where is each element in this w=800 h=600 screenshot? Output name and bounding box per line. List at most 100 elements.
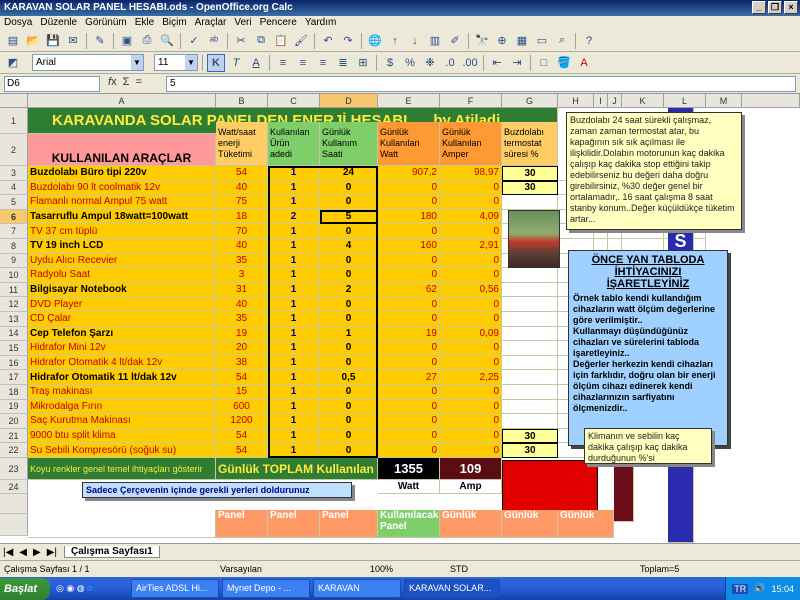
tab-first-icon[interactable]: |◀ [0,547,16,558]
standard-format-icon[interactable]: ❉ [421,54,439,72]
fill-instruction-callout[interactable]: Sadece Çerçevenin içinde gerekli yerleri… [82,482,352,498]
device-name[interactable]: TV 37 cm tüplü [28,224,216,239]
device-qty[interactable]: 1 [268,180,320,196]
device-hours[interactable]: 0 [320,180,378,196]
menu-item-8[interactable]: Yardım [301,16,341,30]
device-qty[interactable]: 1 [268,355,320,371]
column-header-K[interactable]: K [622,94,664,108]
device-watt[interactable]: 31 [216,282,268,298]
device-qty[interactable]: 1 [268,282,320,298]
row-header-6[interactable]: 6 [0,209,28,225]
device-qty[interactable]: 1 [268,326,320,342]
chart-icon[interactable]: ▥ [426,32,444,50]
percent-format-icon[interactable]: % [401,54,419,72]
row-header-3[interactable]: 3 [0,166,28,181]
thermostat-pct[interactable] [502,326,558,342]
borders-icon[interactable]: □ [535,54,553,72]
device-name[interactable]: Tasarruflu Ampul 18watt=100watt [28,209,216,225]
row-header-1[interactable]: 1 [0,108,28,134]
device-watt[interactable]: 35 [216,253,268,269]
device-qty[interactable]: 1 [268,385,320,400]
device-qty[interactable]: 1 [268,414,320,429]
menu-item-5[interactable]: Araçlar [191,16,231,30]
device-qty[interactable]: 1 [268,428,320,444]
column-header-F[interactable]: F [440,94,502,108]
datasources-icon[interactable]: ▭ [533,32,551,50]
sort-ascending-icon[interactable]: ↑ [386,32,404,50]
font-color-icon[interactable]: A [575,54,593,72]
device-name[interactable]: Su Sebili Kompresörü (soğuk su) [28,443,216,458]
row-header-5[interactable]: 5 [0,195,28,210]
row-header-14[interactable]: 14 [0,326,28,342]
device-hours[interactable]: 0 [320,253,378,269]
device-name[interactable]: CD Çalar [28,312,216,327]
device-name[interactable]: TV 19 inch LCD [28,239,216,254]
device-hours[interactable]: 0 [320,443,378,458]
device-name[interactable]: Bilgisayar Notebook [28,282,216,298]
column-header-G[interactable]: G [502,94,558,108]
cut-icon[interactable]: ✂ [232,32,250,50]
device-qty[interactable]: 1 [268,239,320,254]
device-qty[interactable]: 2 [268,209,320,225]
formula-input[interactable]: 5 [166,76,796,92]
menu-item-0[interactable]: Dosya [0,16,36,30]
device-qty[interactable]: 1 [268,370,320,385]
device-name[interactable]: Mikrodalga Fırın [28,399,216,415]
device-hours[interactable]: 4 [320,239,378,254]
thermostat-pct[interactable] [502,341,558,356]
device-name[interactable]: DVD Player [28,297,216,312]
taskbar-button-2[interactable]: KARAVAN [313,579,401,598]
align-right-icon[interactable]: ≡ [314,54,332,72]
row-header-18[interactable]: 18 [0,385,28,400]
gallery-icon[interactable]: ▦ [513,32,531,50]
new-document-icon[interactable]: ▤ [4,32,22,50]
device-name[interactable]: Saç Kurutma Makinası [28,414,216,429]
undo-icon[interactable]: ↶ [319,32,337,50]
device-name[interactable]: Hidrafor Otomatik 4 lt/dak 12v [28,355,216,371]
copy-icon[interactable]: ⧉ [252,32,270,50]
underline-icon[interactable]: A [247,54,265,72]
device-name[interactable]: Buzdolabı Büro tipi 220v [28,166,216,181]
background-color-icon[interactable]: 🪣 [555,54,573,72]
edit-file-icon[interactable]: ✎ [91,32,109,50]
device-name[interactable]: Flamanlı normal Ampul 75 watt [28,195,216,210]
device-watt[interactable]: 40 [216,297,268,312]
column-header-J[interactable]: J [608,94,622,108]
function-wizard-icons[interactable]: fx Σ = [108,76,142,88]
tab-active-sheet[interactable]: Çalışma Sayfası1 [64,546,160,558]
open-folder-icon[interactable]: 📂 [24,32,42,50]
start-button[interactable]: Başlat [0,577,50,600]
device-hours[interactable]: 0 [320,224,378,239]
row-header-7[interactable]: 7 [0,224,28,239]
menu-item-2[interactable]: Görünüm [81,16,131,30]
hyperlink-icon[interactable]: 🌐 [366,32,384,50]
add-decimal-icon[interactable]: .0 [441,54,459,72]
thermostat-pct[interactable] [502,195,558,210]
menu-item-3[interactable]: Ekle [131,16,158,30]
help-icon[interactable]: ? [580,32,598,50]
italic-icon[interactable]: T [227,54,245,72]
row-header-23[interactable]: 23 [0,458,28,480]
row-header-11[interactable]: 11 [0,282,28,298]
column-header-I[interactable]: I [594,94,608,108]
device-watt[interactable]: 18 [216,209,268,225]
device-name[interactable]: Traş makinası [28,385,216,400]
device-hours[interactable]: 0 [320,399,378,415]
column-header-D[interactable]: D [320,94,378,108]
delete-decimal-icon[interactable]: .00 [461,54,479,72]
row-header-9[interactable]: 9 [0,253,28,269]
device-watt[interactable]: 15 [216,385,268,400]
name-box[interactable]: D6 [4,76,100,92]
device-watt[interactable]: 19 [216,326,268,342]
align-center-icon[interactable]: ≡ [294,54,312,72]
font-size-combo[interactable]: 11 ▼ [154,54,198,71]
device-qty[interactable]: 1 [268,312,320,327]
thermostat-pct[interactable] [502,268,558,283]
increase-indent-icon[interactable]: ⇥ [508,54,526,72]
thermostat-pct[interactable] [502,385,558,400]
thermostat-pct[interactable] [502,414,558,429]
device-watt[interactable]: 35 [216,312,268,327]
device-hours[interactable]: 2 [320,282,378,298]
currency-format-icon[interactable]: $ [381,54,399,72]
draw-functions-icon[interactable]: ✐ [446,32,464,50]
